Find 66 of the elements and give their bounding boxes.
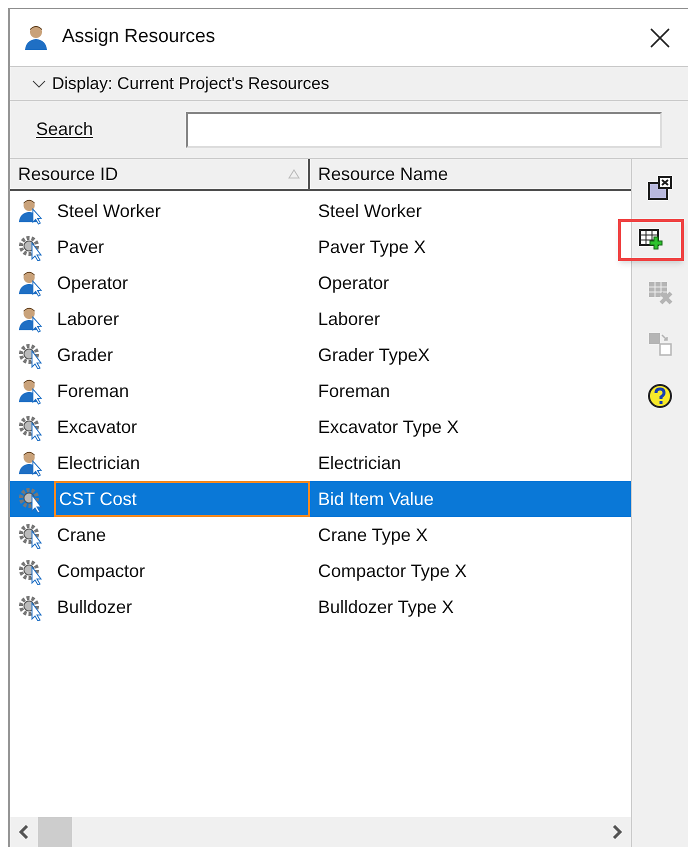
gear-icon (18, 233, 44, 261)
chevron-icon (32, 78, 46, 88)
resource-id-cell-text: Bulldozer (56, 596, 134, 618)
table-row[interactable]: Electrician Electrician (10, 445, 631, 481)
gear-icon (18, 557, 44, 585)
resource-name-cell-text: Bulldozer Type X (317, 596, 455, 619)
resource-name-cell-text: Paver Type X (317, 236, 427, 259)
table-row[interactable]: Steel Worker Steel Worker (10, 193, 631, 229)
table-row[interactable]: Crane Crane Type X (10, 517, 631, 553)
table-row[interactable]: Excavator Excavator Type X (10, 409, 631, 445)
table-row[interactable]: Compactor Compactor Type X (10, 553, 631, 589)
resource-name-cell-text: Crane Type X (317, 524, 429, 547)
search-field[interactable] (186, 112, 662, 148)
resource-id-cell: CST Cost (54, 481, 310, 517)
gear-icon (18, 485, 44, 513)
person-icon (18, 197, 44, 225)
gear-icon (18, 521, 44, 549)
column-header[interactable]: Resource Name (310, 159, 631, 189)
resource-name-cell-text: Laborer (317, 308, 382, 330)
sort-icon (288, 169, 300, 179)
resource-id-cell-text: Foreman (56, 380, 130, 402)
gear-icon (18, 413, 44, 441)
resource-name-cell-text: Compactor Type X (317, 560, 468, 583)
resource-id-cell-text: Steel Worker (56, 200, 162, 222)
help-icon (647, 383, 673, 409)
close-icon (650, 28, 670, 48)
resource-id-cell-text: Crane (56, 524, 108, 546)
gear-icon (18, 593, 44, 621)
table-row[interactable]: Foreman Foreman (10, 373, 631, 409)
table-row[interactable]: Paver Paver Type X (10, 229, 631, 265)
window-title: Assign Resources (62, 25, 216, 50)
resource-name-cell-text: Bid Item Value (317, 488, 435, 510)
search-label: Search (36, 118, 94, 141)
resource-name-cell-text: Operator (317, 272, 390, 295)
scroll-right-icon (612, 825, 622, 839)
resource-id-cell-text: Operator (56, 272, 130, 295)
scroll-left-icon (19, 825, 29, 839)
table-row[interactable]: Bulldozer Bulldozer Type X (10, 589, 631, 625)
resource-id-cell-text: Electrician (56, 452, 142, 474)
horizontal-scrollbar[interactable] (10, 817, 631, 847)
close-panel-icon (647, 175, 673, 201)
table-row[interactable]: Operator Operator (10, 265, 631, 301)
scrollbar-thumb[interactable] (38, 817, 72, 847)
resource-name-cell-text: Electrician (317, 452, 402, 474)
resource-name-cell-text: Grader TypeX (317, 344, 431, 367)
resource-name-cell-text: Excavator Type X (317, 416, 460, 439)
table-row[interactable]: CST Cost Bid Item Value (10, 481, 631, 517)
resource-id-cell-text: Grader (56, 344, 114, 366)
display-filter[interactable]: Display: Current Project's Resources (10, 67, 688, 101)
table-row[interactable]: Grader Grader TypeX (10, 337, 631, 373)
table-remove-icon (647, 279, 673, 305)
replace-icon (647, 331, 673, 357)
table-row[interactable]: Laborer Laborer (10, 301, 631, 337)
person-icon (18, 269, 44, 297)
person-icon (18, 449, 44, 477)
resource-id-cell-text: Compactor (56, 560, 146, 583)
resource-name-cell-text: Steel Worker (317, 200, 423, 222)
resource-name-cell-text: Foreman (317, 380, 392, 402)
resource-id-cell-text: Paver (56, 236, 106, 258)
person-icon (18, 377, 44, 405)
resource-id-cell-text: Laborer (56, 308, 120, 330)
column-header[interactable]: Resource ID (10, 159, 310, 189)
resource-id-cell-text: Excavator (56, 416, 138, 438)
toolbar-button[interactable] (618, 219, 684, 261)
person-icon (18, 305, 44, 333)
gear-icon (18, 341, 44, 369)
